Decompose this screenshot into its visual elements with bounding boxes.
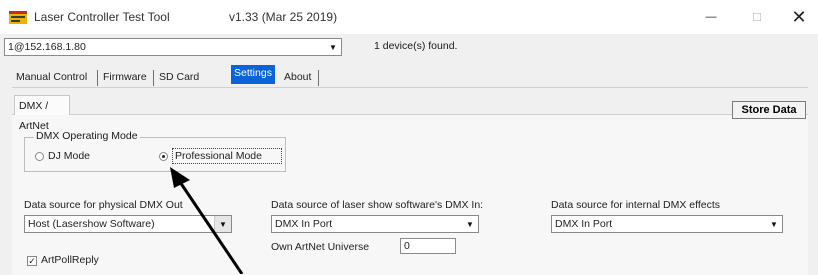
annotation-arrow-icon — [170, 167, 244, 274]
